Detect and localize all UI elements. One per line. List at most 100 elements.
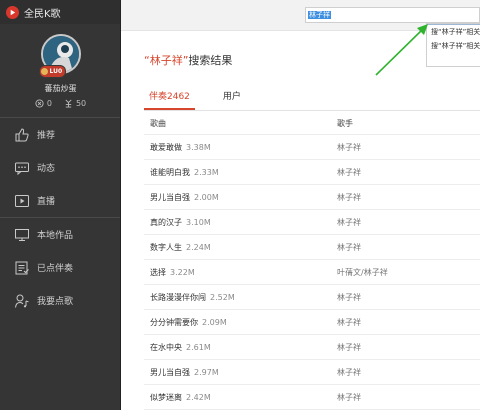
- song-title[interactable]: 似梦迷离: [150, 393, 182, 402]
- table-row[interactable]: 在水中央 2.61M 林子祥: [144, 335, 480, 360]
- medal-icon: [40, 68, 48, 75]
- user-nickname[interactable]: 蕃茄炒蛋: [0, 83, 121, 94]
- sidebar-item-label: 已点伴奏: [37, 264, 74, 274]
- table-header: 歌曲 歌手: [144, 112, 480, 135]
- artist-cell[interactable]: 林子祥: [337, 167, 480, 178]
- video-play-icon: [13, 192, 31, 210]
- song-title[interactable]: 真的汉子: [150, 218, 182, 227]
- song-title[interactable]: 长路漫漫伴你闯: [150, 293, 206, 302]
- sidebar-item-ordered-accompaniments[interactable]: 已点伴奏: [0, 251, 121, 284]
- monitor-icon: [13, 226, 31, 244]
- song-cell: 男儿当自强 2.00M: [144, 192, 337, 203]
- file-size: 2.61M: [186, 342, 211, 352]
- gifts-count: 50: [75, 99, 87, 108]
- song-cell: 在水中央 2.61M: [144, 342, 337, 353]
- table-row[interactable]: 真的汉子 3.10M 林子祥: [144, 210, 480, 235]
- song-cell: 敢爱敢做 3.38M: [144, 142, 337, 153]
- song-cell: 选择 3.22M: [144, 267, 337, 278]
- result-tabs: 伴奏2462 用户: [144, 87, 269, 110]
- song-title[interactable]: 选择: [150, 268, 166, 277]
- song-title[interactable]: 数字人生: [150, 243, 182, 252]
- sidebar-item-label: 本地作品: [37, 231, 74, 241]
- artist-cell[interactable]: 叶蒨文/林子祥: [337, 267, 480, 278]
- sidebar: 全民K歌 LU0 蕃茄炒蛋 0 50 推荐 动态 直播 本地作品 已点伴奏 我要…: [0, 0, 121, 410]
- sidebar-item-request-song[interactable]: 我要点歌: [0, 284, 121, 317]
- tab-users[interactable]: 用户: [223, 87, 241, 110]
- artist-cell[interactable]: 林子祥: [337, 192, 480, 203]
- person-music-icon: [13, 292, 31, 310]
- search-results-panel: “林子祥”搜索结果 伴奏2462 用户 歌曲 歌手 敢爱敢做 3.38M 林子祥 谁能…: [121, 31, 480, 410]
- title-suffix: 搜索结果: [188, 54, 233, 67]
- artist-cell[interactable]: 林子祥: [337, 242, 480, 253]
- circle-x-icon: [35, 99, 44, 108]
- gift-icon: [65, 99, 72, 108]
- file-size: 2.97M: [194, 367, 219, 377]
- artist-cell[interactable]: 林子祥: [337, 342, 480, 353]
- file-size: 2.52M: [210, 292, 235, 302]
- table-row[interactable]: 分分钟需要你 2.09M 林子祥: [144, 310, 480, 335]
- column-header-song: 歌曲: [150, 118, 166, 128]
- tab-accompaniment[interactable]: 伴奏2462: [144, 87, 195, 110]
- table-row[interactable]: 谁能明白我 2.33M 林子祥: [144, 160, 480, 185]
- divider: [144, 110, 480, 111]
- song-cell: 似梦迷离 2.42M: [144, 392, 337, 403]
- song-cell: 男儿当自强 2.97M: [144, 367, 337, 378]
- table-row[interactable]: 似梦迷离 2.42M 林子祥: [144, 385, 480, 410]
- sidebar-item-label: 我要点歌: [37, 297, 74, 307]
- sidebar-item-live[interactable]: 直播: [0, 184, 121, 217]
- sidebar-item-label: 直播: [37, 197, 56, 207]
- sidebar-item-local-works[interactable]: 本地作品: [0, 218, 121, 251]
- chat-bubble-icon: [13, 159, 31, 177]
- song-title[interactable]: 分分钟需要你: [150, 318, 198, 327]
- page-title: “林子祥”搜索结果: [144, 52, 232, 68]
- table-row[interactable]: 选择 3.22M 叶蒨文/林子祥: [144, 260, 480, 285]
- level-badge-text: LU0: [49, 68, 63, 75]
- table-row[interactable]: 敢爱敢做 3.38M 林子祥: [144, 135, 480, 160]
- artist-cell[interactable]: 林子祥: [337, 367, 480, 378]
- song-cell: 谁能明白我 2.33M: [144, 167, 337, 178]
- table-body: 敢爱敢做 3.38M 林子祥 谁能明白我 2.33M 林子祥 男儿当自强 2.00M 林子祥 真的…: [144, 135, 480, 410]
- gifts-stat[interactable]: 50: [64, 99, 86, 108]
- table-row[interactable]: 数字人生 2.24M 林子祥: [144, 235, 480, 260]
- results-table: 歌曲 歌手 敢爱敢做 3.38M 林子祥 谁能明白我 2.33M 林子祥 男儿当自强 2.00…: [144, 112, 480, 410]
- user-avatar-area[interactable]: LU0: [38, 34, 81, 78]
- table-row[interactable]: 长路漫漫伴你闯 2.52M 林子祥: [144, 285, 480, 310]
- thumbs-up-icon: [13, 126, 31, 144]
- song-cell: 分分钟需要你 2.09M: [144, 317, 337, 328]
- song-title[interactable]: 在水中央: [150, 343, 182, 352]
- song-cell: 数字人生 2.24M: [144, 242, 337, 253]
- file-size: 2.33M: [194, 167, 219, 177]
- song-title[interactable]: 谁能明白我: [150, 168, 190, 177]
- followers-stat[interactable]: 0: [35, 99, 52, 108]
- search-input[interactable]: 林子祥: [305, 7, 480, 23]
- sidebar-item-label: 动态: [37, 164, 56, 174]
- column-header-artist: 歌手: [337, 118, 353, 128]
- song-cell: 真的汉子 3.10M: [144, 217, 337, 228]
- table-row[interactable]: 男儿当自强 2.97M 林子祥: [144, 360, 480, 385]
- artist-cell[interactable]: 林子祥: [337, 392, 480, 403]
- sidebar-item-recommend[interactable]: 推荐: [0, 118, 121, 151]
- search-input-value: 林子祥: [308, 11, 331, 19]
- app-logo-icon: [6, 5, 19, 19]
- song-title[interactable]: 男儿当自强: [150, 368, 190, 377]
- app-titlebar: 全民K歌: [0, 0, 121, 24]
- file-size: 2.42M: [186, 392, 211, 402]
- song-title[interactable]: 男儿当自强: [150, 193, 190, 202]
- artist-cell[interactable]: 林子祥: [337, 292, 480, 303]
- file-size: 3.38M: [186, 142, 211, 152]
- sidebar-item-feed[interactable]: 动态: [0, 151, 121, 184]
- artist-cell[interactable]: 林子祥: [337, 142, 480, 153]
- artist-cell[interactable]: 林子祥: [337, 217, 480, 228]
- table-row[interactable]: 男儿当自强 2.00M 林子祥: [144, 185, 480, 210]
- file-size: 2.09M: [202, 317, 227, 327]
- file-size: 3.10M: [186, 217, 211, 227]
- level-badge: LU0: [38, 65, 67, 78]
- checklist-icon: [13, 259, 31, 277]
- song-title[interactable]: 敢爱敢做: [150, 143, 182, 152]
- user-stats: 0 50: [0, 99, 121, 108]
- followers-count: 0: [46, 99, 52, 108]
- app-title: 全民K歌: [24, 8, 61, 20]
- artist-cell[interactable]: 林子祥: [337, 317, 480, 328]
- file-size: 3.22M: [170, 267, 195, 277]
- song-cell: 长路漫漫伴你闯 2.52M: [144, 292, 337, 303]
